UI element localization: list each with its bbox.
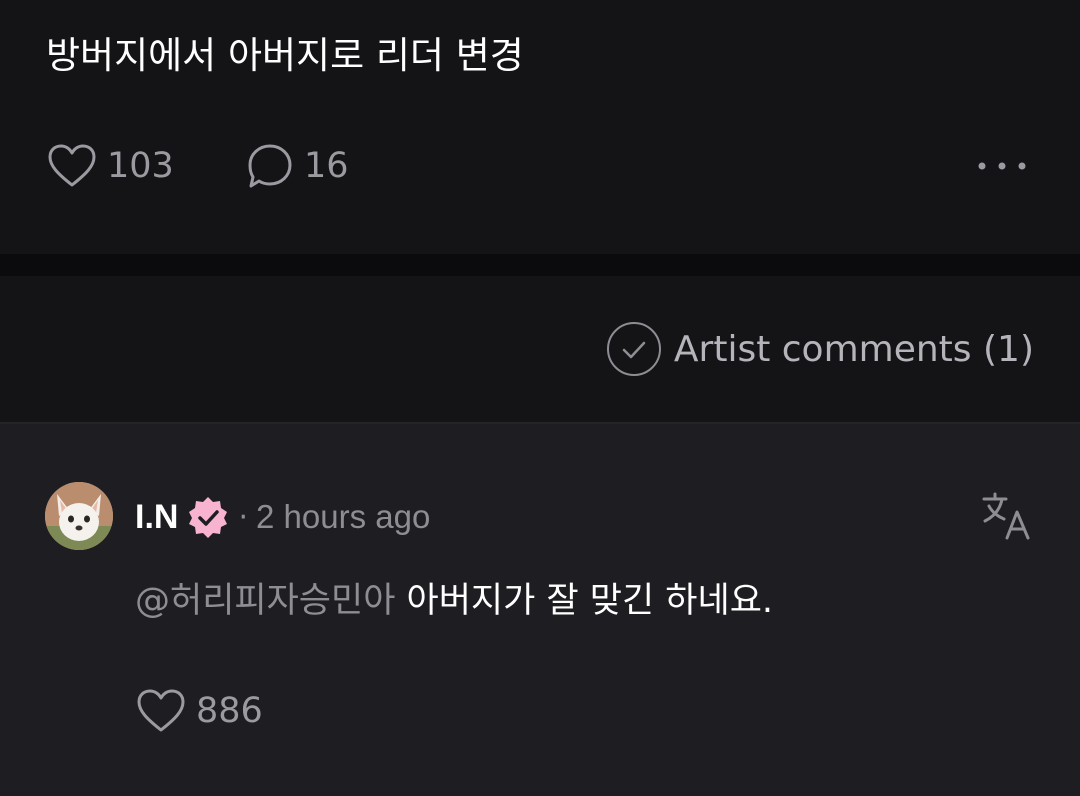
fox-avatar-image (45, 482, 113, 550)
comment-item: I.N · 2 hours ago @허리피자승민아 아버지가 잘 맞긴 하네요… (0, 422, 1080, 796)
post-comment-count: 16 (304, 146, 349, 186)
comment-timestamp: 2 hours ago (256, 498, 431, 535)
post: 방버지에서 아버지로 리더 변경 103 16 (0, 0, 1080, 254)
meta-separator: · (238, 499, 248, 535)
comment-like-button[interactable]: 886 (136, 684, 263, 738)
translate-icon (982, 492, 1030, 540)
more-options-button[interactable] (970, 138, 1030, 194)
heart-icon (137, 689, 185, 732)
speech-bubble-icon (248, 144, 292, 188)
more-dots-icon (978, 162, 1026, 170)
post-like-button[interactable]: 103 (47, 138, 174, 194)
section-divider (0, 254, 1080, 276)
mention-link[interactable]: @허리피자승민아 (135, 581, 395, 621)
post-like-count: 103 (107, 146, 174, 186)
comment-filter-bar: Artist comments (1) (0, 276, 1080, 422)
post-text: 방버지에서 아버지로 리더 변경 (46, 34, 524, 77)
post-actions: 103 16 (0, 138, 1080, 194)
comment-body: @허리피자승민아 아버지가 잘 맞긴 하네요. (135, 574, 773, 628)
translate-button[interactable] (980, 490, 1034, 544)
comment-like-count: 886 (196, 691, 263, 731)
artist-comments-label: Artist comments (1) (673, 328, 1034, 370)
verified-badge-icon (189, 497, 228, 538)
author-name[interactable]: I.N (135, 498, 178, 537)
heart-icon (48, 144, 96, 187)
avatar[interactable] (45, 482, 113, 550)
check-circle-icon (606, 322, 661, 376)
comment-header: I.N · 2 hours ago (135, 492, 430, 542)
artist-comments-filter[interactable]: Artist comments (1) (606, 321, 1034, 377)
post-comment-button[interactable]: 16 (246, 138, 349, 194)
comment-text: 아버지가 잘 맞긴 하네요. (395, 581, 774, 621)
